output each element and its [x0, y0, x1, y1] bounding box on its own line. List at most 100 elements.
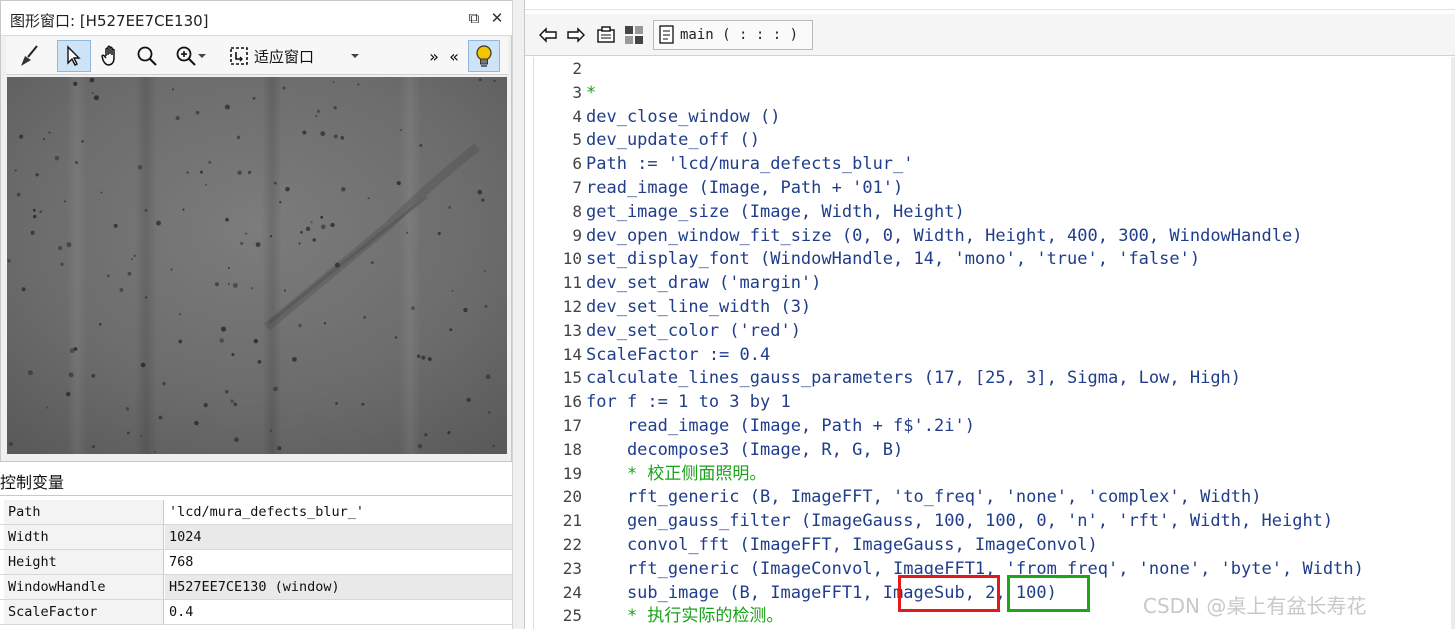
defect-dot: [81, 140, 84, 143]
expand-toolbar-button[interactable]: »: [426, 40, 442, 72]
defect-dot: [233, 437, 239, 443]
code-comment: * 校正侧面照明。: [586, 463, 767, 484]
code-line[interactable]: 7 read_image (Image, Path + '01'): [534, 176, 1455, 200]
line-number: 19: [562, 463, 582, 483]
defect-dot: [417, 444, 423, 449]
code-line[interactable]: 21 gen_gauss_filter (ImageGauss, 100, 10…: [534, 509, 1455, 533]
code-line[interactable]: 19 * 校正侧面照明。: [534, 462, 1455, 486]
line-number: 18: [562, 439, 582, 459]
defect-dot: [106, 274, 110, 278]
defect-dot: [291, 356, 297, 362]
code-line[interactable]: 15 calculate_lines_gauss_parameters (17, …: [534, 366, 1455, 390]
forward-arrow-button[interactable]: [565, 24, 587, 46]
fit-window-dropdown[interactable]: 适应窗口: [228, 40, 368, 72]
defect-dot: [245, 232, 248, 235]
defect-dot: [140, 362, 146, 368]
chevron-down-icon: [351, 54, 360, 58]
code-line[interactable]: 18 decompose3 (Image, R, G, B): [534, 438, 1455, 462]
defect-dot: [172, 88, 174, 91]
defect-dot: [273, 386, 278, 392]
defect-dot: [481, 198, 485, 202]
hint-button[interactable]: [468, 40, 500, 72]
defect-dot: [93, 95, 99, 101]
defect-dot: [411, 306, 415, 310]
code-line[interactable]: 16 for f := 1 to 3 by 1: [534, 390, 1455, 414]
defect-dot: [156, 220, 161, 226]
code-line[interactable]: 2: [534, 57, 1455, 81]
defect-dot: [492, 444, 495, 448]
pointer-tool-button[interactable]: [57, 40, 91, 72]
code-text: dev_set_line_width (3): [586, 297, 812, 317]
defect-dot: [298, 242, 301, 245]
code-line[interactable]: 14 ScaleFactor := 0.4: [534, 343, 1455, 367]
code-text: dev_close_window (): [586, 106, 781, 127]
back-arrow-button[interactable]: [537, 24, 559, 46]
defect-dot: [371, 261, 374, 264]
line-number: 10: [562, 249, 582, 269]
defect-dot: [154, 450, 157, 453]
defect-dot: [437, 231, 441, 236]
defect-dot: [231, 353, 235, 357]
defect-dot: [316, 109, 321, 113]
zoom-in-dropdown[interactable]: [168, 40, 214, 72]
graphics-toolbar: 适应窗口 » «: [6, 37, 508, 75]
collapse-toolbar-button[interactable]: «: [446, 40, 462, 72]
close-icon[interactable]: ✕: [488, 9, 506, 27]
code-line[interactable]: 11 dev_set_draw ('margin'): [534, 271, 1455, 295]
pan-tool-button[interactable]: [96, 40, 126, 72]
graphics-window-titlebar[interactable]: 图形窗口: [H527EE7CE130] ⧉ ✕: [1, 1, 513, 36]
code-line[interactable]: 8 get_image_size (Image, Width, Height): [534, 200, 1455, 224]
variable-row[interactable]: Height 768: [0, 550, 522, 575]
procedure-selector[interactable]: main ( : : : ): [653, 20, 813, 50]
defect-dot: [179, 313, 182, 316]
variable-row[interactable]: Path 'lcd/mura_defects_blur_': [0, 500, 522, 525]
code-area[interactable]: 2 3 * 4 dev_close_window () 5 dev_update_off (…: [533, 57, 1455, 629]
code-line[interactable]: 22 convol_fft (ImageFFT, ImageGauss, Ima…: [534, 533, 1455, 557]
grid-view-button[interactable]: [623, 24, 645, 46]
variable-row[interactable]: WindowHandle H527EE7CE130 (window): [0, 575, 522, 600]
code-line[interactable]: 12 dev_set_line_width (3): [534, 295, 1455, 319]
line-number: 11: [562, 273, 582, 293]
line-number: 8: [572, 201, 582, 221]
editor-scrollbar[interactable]: [1451, 57, 1455, 629]
code-line[interactable]: 4 dev_close_window (): [534, 105, 1455, 129]
mura-defect-image: [7, 77, 507, 454]
code-line[interactable]: 13 dev_set_color ('red'): [534, 319, 1455, 343]
restore-icon[interactable]: ⧉: [465, 9, 483, 27]
image-canvas[interactable]: [7, 77, 507, 454]
defect-dot: [363, 316, 366, 319]
defect-dot: [42, 138, 46, 141]
code-line[interactable]: 3 *: [534, 81, 1455, 105]
clipboard-button[interactable]: [595, 24, 617, 46]
clear-broom-button[interactable]: [14, 40, 44, 72]
code-line[interactable]: 9 dev_open_window_fit_size (0, 0, Width, …: [534, 224, 1455, 248]
defect-dot: [158, 415, 163, 420]
line-number: 24: [562, 582, 582, 602]
variable-row[interactable]: Width 1024: [0, 525, 522, 550]
defect-dot: [58, 245, 63, 251]
line-number: 15: [562, 368, 582, 388]
defect-dot: [140, 434, 143, 437]
code-text: dev_set_draw ('margin'): [586, 273, 822, 294]
line-number: 2: [572, 59, 582, 78]
defect-dot: [203, 402, 208, 408]
code-line[interactable]: 20 rft_generic (B, ImageFFT, 'to_freq', …: [534, 485, 1455, 509]
code-line[interactable]: 6 Path := 'lcd/mura_defects_blur_': [534, 152, 1455, 176]
code-text: dev_set_color ('red'): [586, 320, 801, 341]
highlight-box-green: [1007, 575, 1090, 612]
defect-dot: [298, 323, 302, 328]
code-line[interactable]: 17 read_image (Image, Path + f$'.2i'): [534, 414, 1455, 438]
defect-dot: [127, 271, 132, 276]
line-number: 14: [562, 344, 582, 364]
variable-row[interactable]: ScaleFactor 0.4: [0, 600, 522, 625]
defect-dot: [340, 136, 345, 140]
pane-splitter[interactable]: [512, 0, 524, 629]
code-text: ScaleFactor := 0.4: [586, 344, 771, 365]
zoom-tool-button[interactable]: [132, 40, 162, 72]
editor-header-strip: [525, 0, 1455, 10]
line-number: 4: [572, 106, 582, 126]
code-line[interactable]: 10 set_display_font (WindowHandle, 14, 'm…: [534, 247, 1455, 271]
code-line[interactable]: 5 dev_update_off (): [534, 128, 1455, 152]
defect-dot: [419, 144, 423, 147]
defect-dot: [332, 80, 335, 83]
